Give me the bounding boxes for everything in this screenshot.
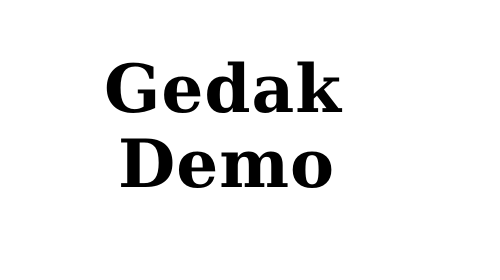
demo-line: Demo <box>118 125 336 203</box>
font-specimen-canvas: Gedak Demo <box>0 0 500 280</box>
font-name-line: Gedak <box>104 50 342 128</box>
font-specimen-text: Gedak Demo <box>104 52 342 202</box>
